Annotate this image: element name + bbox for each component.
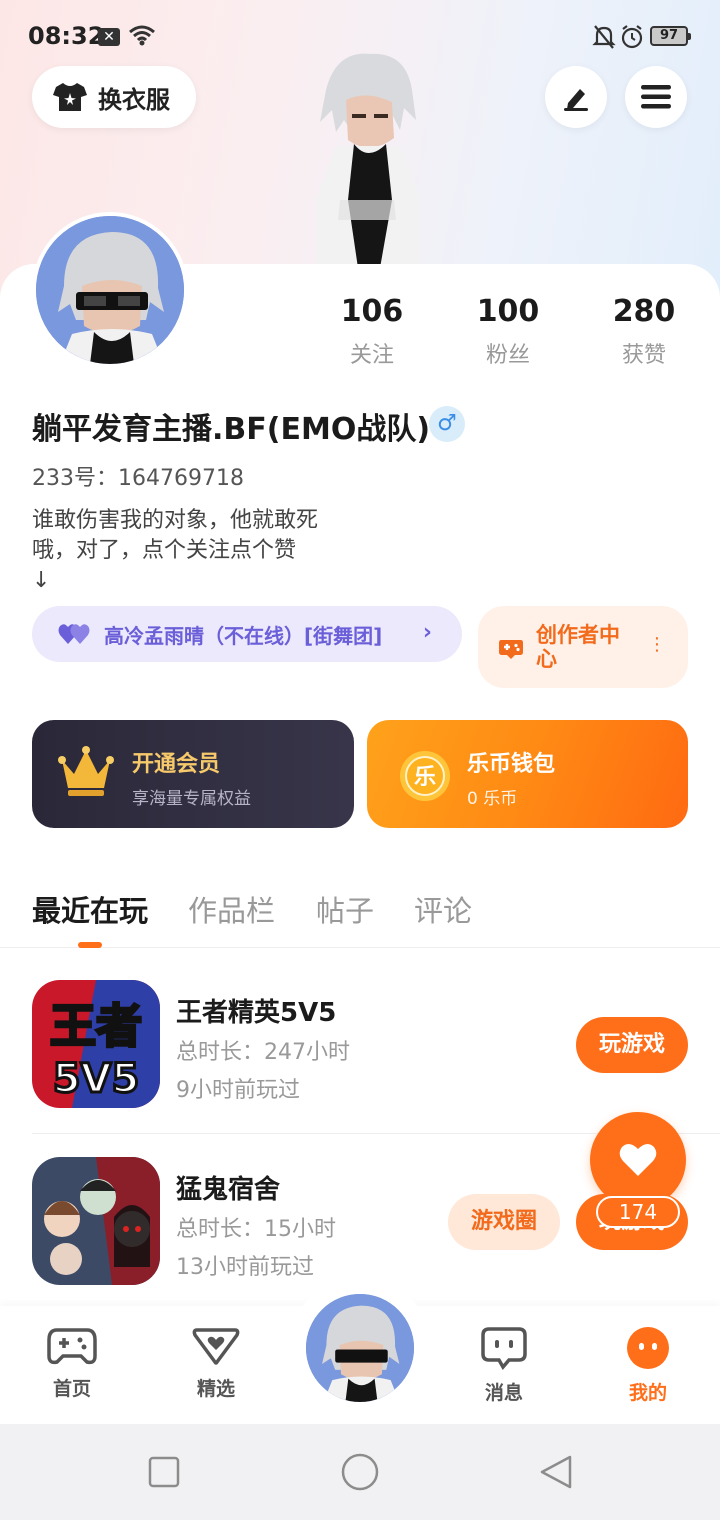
- active-tab-indicator: [78, 942, 102, 948]
- avatar-portrait: [36, 216, 184, 364]
- wifi-icon: [129, 25, 155, 46]
- game-last-played: 13小时前玩过: [176, 1255, 314, 1280]
- vip-membership-card[interactable]: 开通会员 享海量专属权益: [32, 720, 354, 828]
- creator-center-label: 创作者中心: [536, 623, 620, 671]
- game-icon-text-bottom: 5V5: [53, 1056, 140, 1102]
- me-icon: [627, 1327, 669, 1369]
- game-duration: 总时长：247小时: [176, 1040, 350, 1065]
- male-gender-icon: ♂: [429, 406, 465, 442]
- hamburger-icon: [641, 85, 671, 109]
- creator-gamepad-icon: [499, 640, 523, 659]
- coin-icon: 乐: [400, 751, 450, 801]
- game-title: 猛鬼宿舍: [176, 1175, 281, 1205]
- home-circle-icon[interactable]: [340, 1452, 380, 1492]
- gamepad-icon: [47, 1328, 97, 1365]
- game-icon-text-top: 王者: [50, 999, 142, 1053]
- coin-wallet-card[interactable]: 乐 乐币钱包 0 乐币: [367, 720, 688, 828]
- more-dots-icon: ⋮: [648, 634, 666, 655]
- game-circle-button[interactable]: 游戏圈: [448, 1194, 560, 1250]
- wallet-balance: 0 乐币: [467, 789, 518, 809]
- nav-item-messages[interactable]: 消息: [459, 1326, 549, 1405]
- pen-icon: [564, 89, 588, 111]
- game-list-item[interactable]: 王者 5V5 王者精英5V5 总时长：247小时 9小时前玩过 玩游戏: [0, 980, 720, 1130]
- vip-title: 开通会员: [132, 752, 221, 777]
- sim-off-icon: ✕: [98, 28, 120, 46]
- tab-works[interactable]: 作品栏: [188, 888, 275, 930]
- game-icon-5v5: 王者 5V5: [32, 980, 160, 1108]
- heart-box-icon: [192, 1328, 240, 1365]
- nav-avatar-portrait: [306, 1294, 414, 1402]
- nav-me-label: 我的: [628, 1382, 667, 1404]
- game-icon-ghost-dorm: [32, 1157, 160, 1285]
- tab-recently-played[interactable]: 最近在玩: [32, 888, 148, 930]
- nav-home-label: 首页: [52, 1378, 91, 1400]
- stat-likes[interactable]: 280 获赞: [594, 294, 694, 369]
- game-title: 王者精英5V5: [176, 998, 337, 1028]
- stat-following[interactable]: 106 关注: [322, 294, 422, 369]
- nav-item-featured[interactable]: 精选: [171, 1326, 261, 1401]
- team-status-label: 高冷孟雨晴（不在线）[街舞团]: [104, 623, 383, 648]
- nav-item-me[interactable]: 我的: [603, 1326, 693, 1405]
- profile-name: 躺平发育主播.BF(EMO战队): [32, 412, 431, 447]
- edit-profile-button[interactable]: [545, 66, 607, 128]
- status-time: 08:32: [28, 22, 105, 50]
- tab-posts[interactable]: 帖子: [316, 888, 374, 930]
- stat-followers[interactable]: 100 粉丝: [458, 294, 558, 369]
- profile-avatar[interactable]: [32, 212, 188, 368]
- avatar-character-figure: [316, 53, 420, 268]
- game-duration: 总时长：15小时: [176, 1217, 336, 1242]
- game-last-played: 9小时前玩过: [176, 1078, 300, 1103]
- stat-following-value: 106: [340, 294, 404, 329]
- stat-likes-value: 280: [612, 294, 676, 329]
- nav-center-avatar[interactable]: [302, 1290, 418, 1406]
- tshirt-icon: [53, 83, 87, 111]
- stat-likes-label: 获赞: [621, 343, 666, 368]
- system-navigation-bar: [0, 1424, 720, 1520]
- change-outfit-label: 换衣服: [98, 85, 170, 114]
- stat-followers-label: 粉丝: [485, 343, 530, 368]
- creator-center-button[interactable]: 创作者中心 ⋮: [478, 606, 688, 688]
- profile-tabs: 最近在玩 作品栏 帖子 评论: [0, 880, 720, 948]
- stat-following-label: 关注: [349, 343, 394, 368]
- nav-item-home[interactable]: 首页: [27, 1326, 117, 1401]
- stat-followers-value: 100: [476, 294, 540, 329]
- crown-icon: [58, 746, 114, 796]
- play-game-button[interactable]: 玩游戏: [576, 1017, 688, 1073]
- like-floating-button[interactable]: [590, 1112, 686, 1208]
- chevron-right-icon: ›: [422, 620, 432, 645]
- profile-uid: 233号：164769718: [32, 466, 244, 491]
- battery-indicator: 97: [650, 26, 691, 46]
- wallet-title: 乐币钱包: [467, 752, 556, 777]
- team-status-pill[interactable]: 高冷孟雨晴（不在线）[街舞团] ›: [32, 606, 462, 662]
- tab-comments[interactable]: 评论: [414, 888, 472, 930]
- double-heart-icon: [58, 624, 90, 644]
- alarm-icon: [621, 25, 643, 49]
- bell-mute-icon: [592, 25, 616, 49]
- chat-icon: [481, 1327, 527, 1371]
- vip-subtitle: 享海量专属权益: [132, 789, 251, 809]
- profile-bio: 谁敢伤害我的对象，他就敢死 哦，对了，点个关注点个赞 ↓: [32, 508, 319, 593]
- nav-messages-label: 消息: [484, 1382, 523, 1404]
- menu-button[interactable]: [625, 66, 687, 128]
- like-count-badge: 174: [596, 1196, 680, 1228]
- back-triangle-icon[interactable]: [538, 1454, 574, 1490]
- change-outfit-button[interactable]: 换衣服: [32, 66, 196, 128]
- coin-glyph: 乐: [414, 765, 436, 790]
- nav-featured-label: 精选: [196, 1378, 235, 1400]
- recent-apps-icon[interactable]: [148, 1456, 180, 1488]
- heart-icon: [619, 1143, 657, 1176]
